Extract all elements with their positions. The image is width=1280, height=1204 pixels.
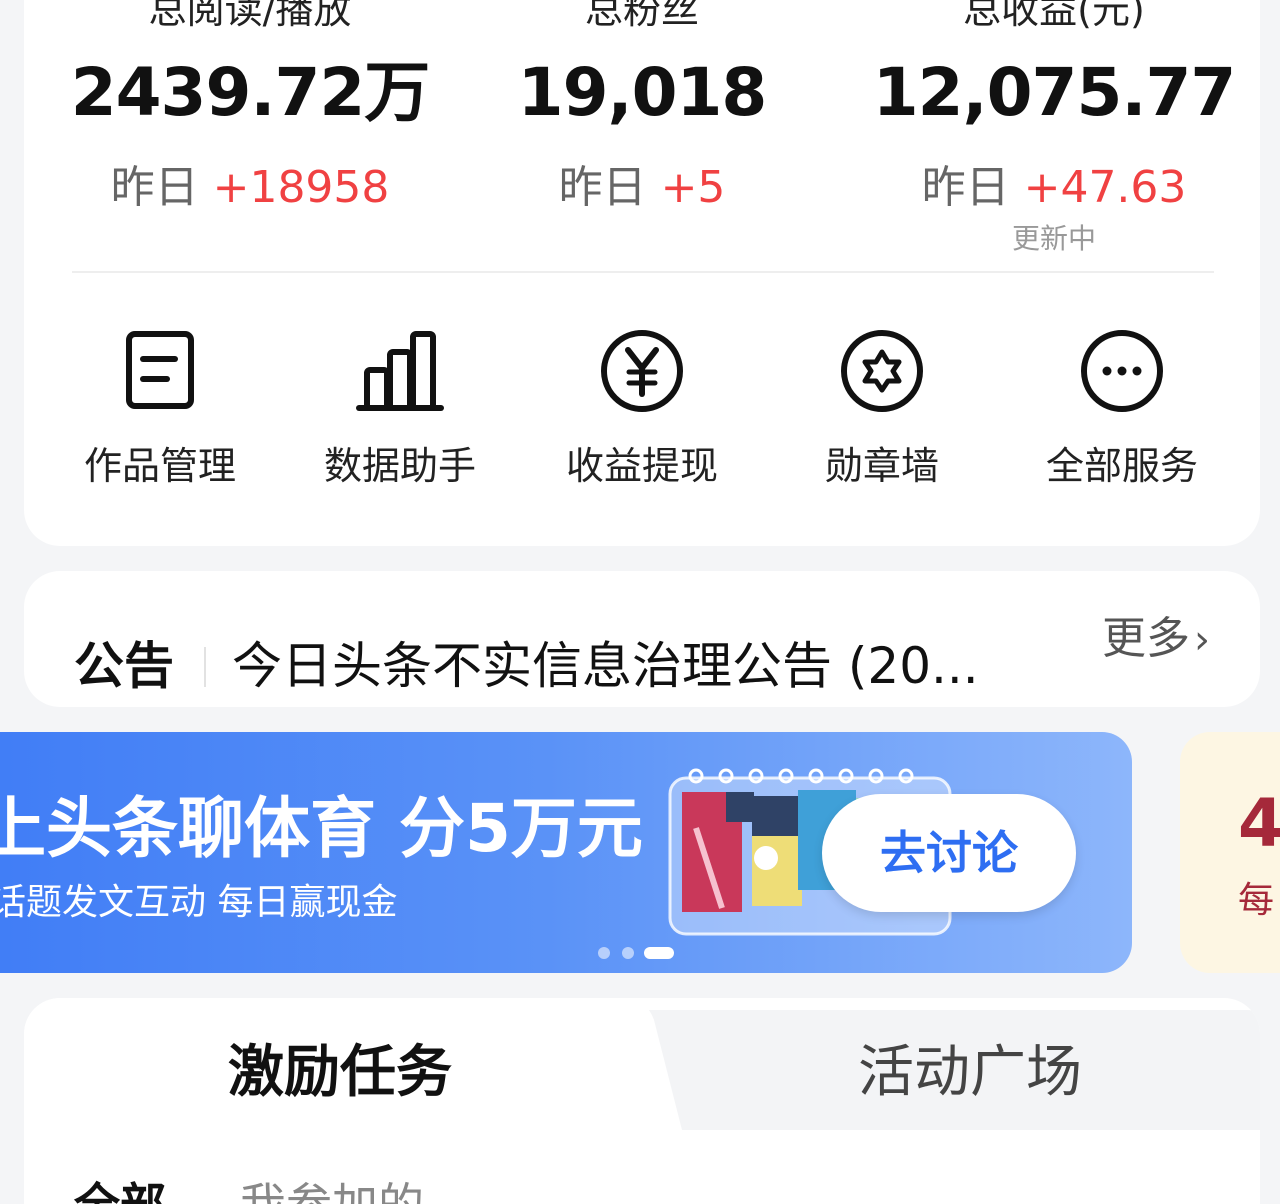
peek-big-text: 4 xyxy=(1238,785,1280,862)
banner-title: 上头条聊体育 分5万元 xyxy=(0,790,643,867)
stats-card: 总阅读/播放 2439.72万 昨日 +18958 总粉丝 19,018 昨日 … xyxy=(24,0,1260,546)
notice-more-link[interactable]: 更多 › xyxy=(1102,611,1210,668)
shortcut-label: 数据助手 xyxy=(323,444,476,488)
stat-delta-value: +5 xyxy=(660,162,726,213)
stat-value: 12,075.77 xyxy=(872,54,1237,131)
stat-delta-prefix: 昨日 xyxy=(558,162,647,213)
notice-more-label: 更多 xyxy=(1102,613,1190,664)
stat-delta: 昨日 +47.63 xyxy=(854,160,1254,216)
shortcut-works-management[interactable]: 作品管理 xyxy=(60,326,260,496)
shortcut-label: 勋章墙 xyxy=(824,444,939,488)
shortcut-withdraw-earnings[interactable]: 收益提现 xyxy=(542,326,742,496)
tab-activity-square[interactable]: 活动广场 xyxy=(858,1038,1082,1108)
tasks-card: 激励任务 活动广场 全部 我参加的 xyxy=(24,998,1260,1204)
shortcut-all-services[interactable]: 全部服务 xyxy=(1022,326,1222,496)
stat-delta-value: +18958 xyxy=(212,162,390,213)
badge-icon xyxy=(841,330,923,412)
notice-title: 公告 xyxy=(74,637,174,695)
stat-label: 总阅读/播放 xyxy=(148,0,352,32)
chevron-right-icon: › xyxy=(1194,617,1210,663)
notice-separator xyxy=(204,647,206,687)
subtab-joined[interactable]: 我参加的 xyxy=(240,1176,424,1204)
stat-delta-value: +47.63 xyxy=(1023,162,1187,213)
notice-card: 公告 今日头条不实信息治理公告 (20... 更多 › xyxy=(24,571,1260,707)
notice-text[interactable]: 今日头条不实信息治理公告 (20... xyxy=(232,635,1032,697)
stat-label: 总收益(元) xyxy=(963,0,1145,32)
yuan-coin-icon xyxy=(601,330,683,412)
stat-delta-prefix: 昨日 xyxy=(921,162,1010,213)
shortcut-label: 收益提现 xyxy=(565,444,718,488)
carousel-dot-active xyxy=(644,947,674,959)
stat-delta-prefix: 昨日 xyxy=(110,162,199,213)
peek-small-text: 每 xyxy=(1238,880,1275,921)
bar-chart-icon xyxy=(356,331,444,411)
tab-incentive-tasks[interactable]: 激励任务 xyxy=(228,1038,452,1108)
stat-value: 19,018 xyxy=(517,54,768,131)
stat-delta: 昨日 +5 xyxy=(442,160,842,216)
shortcut-label: 全部服务 xyxy=(1045,444,1198,488)
document-icon xyxy=(126,331,194,409)
carousel-dot xyxy=(622,947,634,959)
subtab-all[interactable]: 全部 xyxy=(74,1176,166,1204)
divider xyxy=(72,271,1214,273)
stat-status: 更新中 xyxy=(1011,222,1096,255)
shortcut-label: 作品管理 xyxy=(83,444,236,488)
carousel-dot xyxy=(598,947,610,959)
discuss-button[interactable]: 去讨论 xyxy=(822,794,1076,912)
stat-delta: 昨日 +18958 xyxy=(50,160,450,216)
shortcut-badge-wall[interactable]: 勋章墙 xyxy=(782,326,982,496)
banner-subtitle: 话题发文互动 每日赢现金 xyxy=(0,882,398,923)
more-icon xyxy=(1081,330,1163,412)
promo-banner[interactable]: 上头条聊体育 分5万元 话题发文互动 每日赢现金 去讨论 xyxy=(0,732,1132,973)
next-banner-peek[interactable]: 4 每 xyxy=(1180,732,1280,973)
stat-value: 2439.72万 xyxy=(70,54,431,131)
shortcut-data-assistant[interactable]: 数据助手 xyxy=(300,326,500,496)
stat-label: 总粉丝 xyxy=(584,0,699,32)
